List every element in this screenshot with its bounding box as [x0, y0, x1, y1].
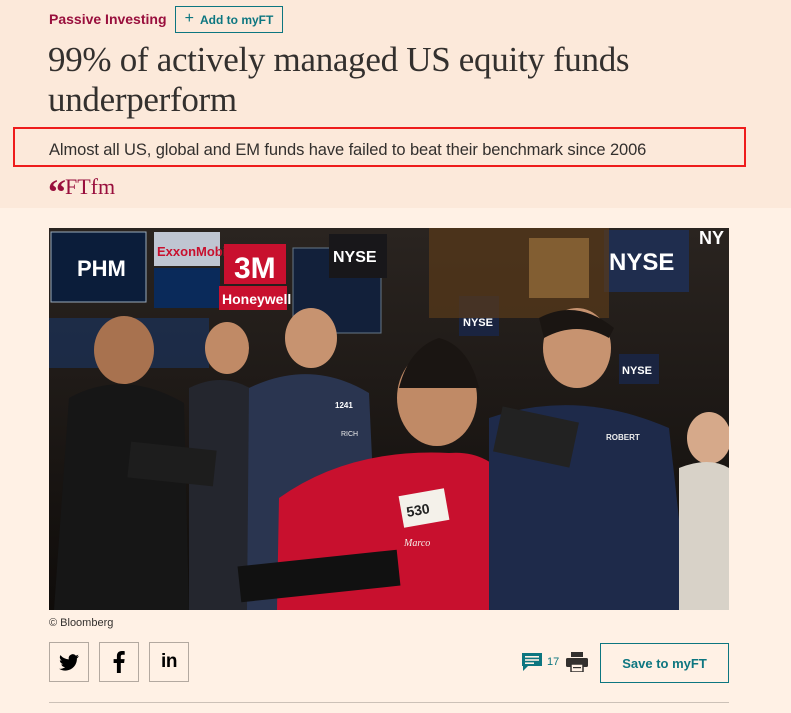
nyse-sign-5: NY	[699, 228, 724, 248]
linkedin-share-button[interactable]: in	[149, 642, 189, 682]
ticker-phm: PHM	[77, 256, 126, 281]
badge-1241: 1241	[335, 401, 353, 410]
article-standfirst: Almost all US, global and EM funds have …	[49, 141, 647, 159]
nyse-sign-2: NYSE	[463, 317, 493, 329]
article-headline: 99% of actively managed US equity funds …	[48, 40, 630, 119]
ticker-exxonmobil: ExxonMobil	[157, 244, 230, 259]
photo-credit: © Bloomberg	[49, 617, 114, 629]
badge-rich: RICH	[341, 431, 358, 438]
topic-link[interactable]: Passive Investing	[49, 11, 167, 27]
ticker-honeywell: Honeywell	[222, 291, 291, 307]
nyse-sign-4: NYSE	[622, 365, 652, 377]
ticker-3m: 3M	[234, 252, 276, 285]
badge-robert: ROBERT	[606, 433, 640, 442]
add-to-myft-button[interactable]: + Add to myFT	[175, 6, 283, 33]
brand-link[interactable]: “ FTfm	[48, 172, 116, 212]
plus-icon: +	[184, 9, 194, 27]
twitter-icon	[59, 653, 79, 671]
twitter-share-button[interactable]	[49, 642, 89, 682]
comments-link[interactable]: 17	[521, 652, 559, 672]
divider	[49, 702, 729, 703]
quote-icon: “	[48, 172, 66, 212]
add-to-myft-label: Add to myFT	[200, 12, 274, 27]
nyse-sign-1: NYSE	[333, 249, 377, 266]
print-icon	[566, 652, 588, 673]
save-to-myft-button[interactable]: Save to myFT	[600, 643, 729, 683]
print-button[interactable]	[566, 652, 588, 677]
comment-icon	[522, 653, 542, 671]
trading-floor-illustration: PHM ExxonMobil 3M Honeywell NYSE NYSE NY…	[49, 228, 729, 610]
nyse-sign-3: NYSE	[609, 249, 674, 276]
badge-marco: Marco	[403, 538, 430, 549]
facebook-share-button[interactable]	[99, 642, 139, 682]
linkedin-icon: in	[161, 651, 177, 672]
comment-count: 17	[547, 656, 560, 668]
brand-name: FTfm	[65, 174, 116, 199]
facebook-icon	[113, 651, 125, 673]
article-photo: PHM ExxonMobil 3M Honeywell NYSE NYSE NY…	[49, 228, 729, 610]
